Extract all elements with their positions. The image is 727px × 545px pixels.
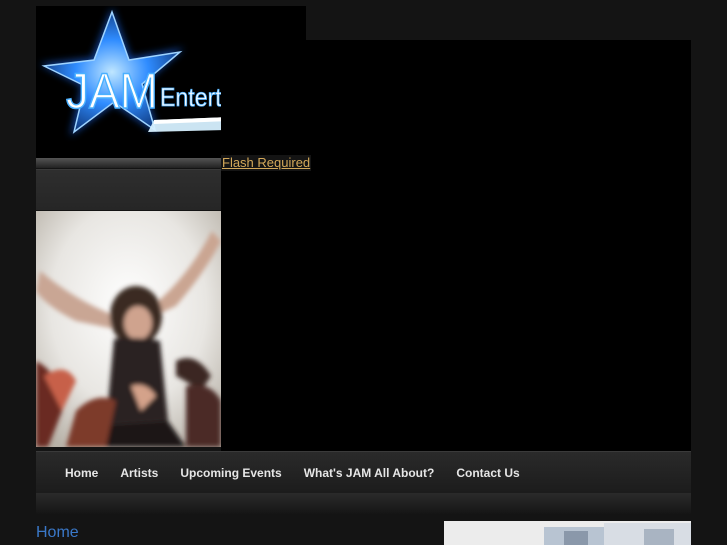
nav-item-home[interactable]: Home [54,466,109,480]
page: JAM Entertainment Flash Required [0,0,727,545]
flash-banner-area [221,40,691,451]
header-divider [36,158,221,168]
side-photo [444,521,691,545]
flash-required-link[interactable]: Flash Required [221,155,312,171]
page-title: Home [36,524,79,541]
nav-item-upcoming-events[interactable]: Upcoming Events [169,466,292,480]
nav-item-artists[interactable]: Artists [109,466,169,480]
nav-item-about[interactable]: What's JAM All About? [293,466,446,480]
logo-wordmark-main: JAM [66,63,158,119]
main-navigation: Home Artists Upcoming Events What's JAM … [36,451,691,493]
nav-item-contact[interactable]: Contact Us [445,466,530,480]
crowd-surfing-photo [36,211,221,447]
sidebar-panel [36,169,221,210]
nav-shadow [36,493,691,515]
